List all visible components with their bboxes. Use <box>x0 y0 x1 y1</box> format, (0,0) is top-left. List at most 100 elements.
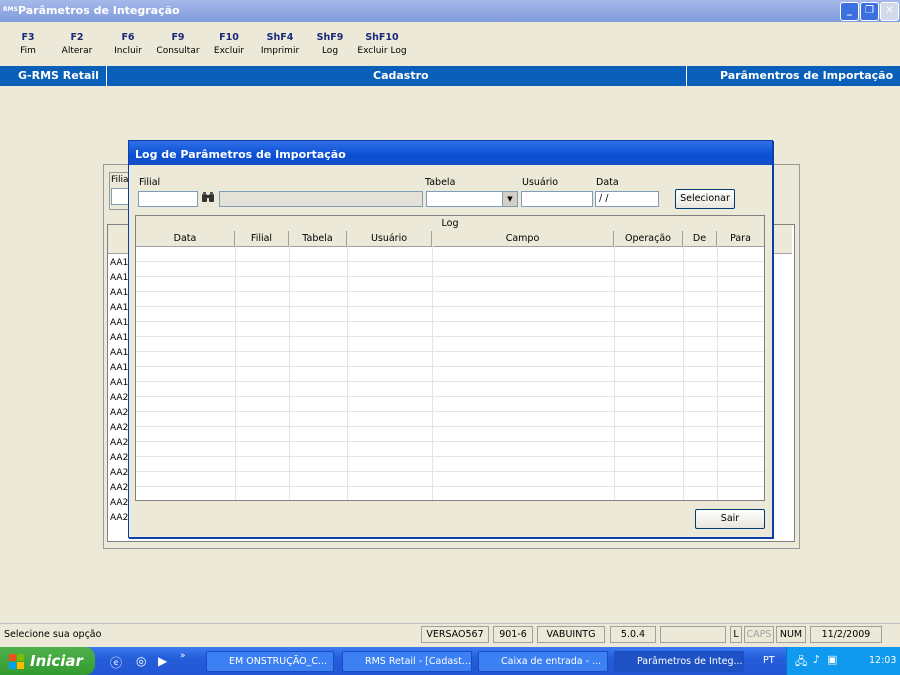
background-row-code: AA2 <box>110 483 129 493</box>
grid-column-line <box>289 246 290 500</box>
data-label: Data <box>596 177 619 188</box>
status-bar: Selecione sua opção VERSAO567 901-6 VABU… <box>0 623 900 646</box>
grid-column-line <box>614 246 615 500</box>
start-button[interactable]: Iniciar <box>0 647 95 675</box>
background-row-code: AA2 <box>110 513 129 523</box>
grid-row-line <box>136 351 764 352</box>
grid-row-line <box>136 396 764 397</box>
grid-row-line <box>136 291 764 292</box>
window-title: Parâmetros de Integração <box>18 4 180 17</box>
column-header-usuario[interactable]: Usuário <box>347 231 432 246</box>
filial-input[interactable] <box>138 191 198 207</box>
taskbar-button-inbox[interactable]: Caixa de entrada - ... <box>478 651 608 672</box>
fkey-excluir-log[interactable]: ShF10 Excluir Log <box>355 32 409 56</box>
grid-row-line <box>136 456 764 457</box>
grid-column-line <box>235 246 236 500</box>
background-row-code: AA1 <box>110 378 129 388</box>
background-row-code: AA2 <box>110 408 129 418</box>
tray-app-icon[interactable]: ▣ <box>827 653 837 666</box>
log-dialog: Log de Parâmetros de Importação Filial T… <box>128 140 773 538</box>
data-input[interactable]: / / <box>595 191 659 207</box>
fkey-excluir[interactable]: F10 Excluir <box>211 32 247 56</box>
grid-row-line <box>136 426 764 427</box>
sair-button[interactable]: Sair <box>695 509 765 529</box>
fkey-incluir[interactable]: F6 Incluir <box>112 32 144 56</box>
grid-row-line <box>136 261 764 262</box>
start-label: Iniciar <box>30 652 83 670</box>
log-grid[interactable]: Log Data Filial Tabela Usuário Campo Ope… <box>135 215 765 501</box>
background-row-code: AA1 <box>110 333 129 343</box>
grid-column-line <box>347 246 348 500</box>
background-row-code: AA2 <box>110 393 129 403</box>
tabela-label: Tabela <box>425 177 456 188</box>
grid-row-line <box>136 486 764 487</box>
close-button[interactable]: ✕ <box>880 2 899 21</box>
app-icon: RMS <box>3 6 18 13</box>
grid-row-line <box>136 366 764 367</box>
windows-flag-icon <box>9 654 24 669</box>
header-right: Parâmentros de Importação <box>720 69 894 82</box>
status-code: 901-6 <box>493 626 533 643</box>
quicklaunch-more-icon[interactable]: » <box>180 651 186 661</box>
status-num: NUM <box>776 626 806 643</box>
tabela-select[interactable]: ▼ <box>426 191 518 207</box>
quicklaunch-ie-icon[interactable]: ⓔ <box>110 654 122 671</box>
status-message: Selecione sua opção <box>4 629 102 640</box>
taskbar-button-word[interactable]: EM ONSTRUÇÃO_C... <box>206 651 334 672</box>
column-header-tabela[interactable]: Tabela <box>289 231 347 246</box>
grid-row-line <box>136 306 764 307</box>
column-header-para[interactable]: Para <box>717 231 764 246</box>
quicklaunch-media-icon[interactable]: ▶ <box>158 654 167 668</box>
maximize-button[interactable]: ❐ <box>860 2 879 21</box>
clock[interactable]: 12:03 <box>869 655 896 666</box>
grid-row-line <box>136 411 764 412</box>
volume-icon[interactable]: ♪ <box>813 653 820 666</box>
selecionar-button[interactable]: Selecionar <box>675 189 735 209</box>
background-row-code: AA2 <box>110 438 129 448</box>
fkey-fim[interactable]: F3 Fim <box>14 32 42 56</box>
status-empty-panel <box>660 626 726 643</box>
grid-row-line <box>136 321 764 322</box>
background-row-code: AA1 <box>110 288 129 298</box>
binoculars-icon[interactable] <box>200 191 216 207</box>
fkey-consultar[interactable]: F9 Consultar <box>155 32 201 56</box>
background-row-code: AA1 <box>110 273 129 283</box>
grid-column-line <box>717 246 718 500</box>
column-header-data[interactable]: Data <box>136 231 235 246</box>
function-key-toolbar: F3 Fim F2 Alterar F6 Incluir F9 Consultar F1… <box>0 22 900 66</box>
grid-row-line <box>136 441 764 442</box>
grid-row-line <box>136 276 764 277</box>
minimize-button[interactable]: _ <box>840 2 859 21</box>
grid-row-line <box>136 471 764 472</box>
column-header-filial[interactable]: Filial <box>235 231 289 246</box>
grid-row-line <box>136 381 764 382</box>
background-row-code: AA1 <box>110 348 129 358</box>
filial-description-field <box>219 191 423 207</box>
column-header-de[interactable]: De <box>683 231 717 246</box>
usuario-input[interactable] <box>521 191 593 207</box>
column-header-campo[interactable]: Campo <box>432 231 614 246</box>
grid-column-line <box>432 246 433 500</box>
background-row-code: AA2 <box>110 498 129 508</box>
grid-caption: Log <box>136 216 764 232</box>
status-module: VABUINTG <box>537 626 605 643</box>
window-title-bar[interactable]: RMS Parâmetros de Integração _ ❐ ✕ <box>0 0 900 22</box>
language-indicator[interactable]: PT <box>763 655 775 666</box>
chevron-down-icon[interactable]: ▼ <box>502 192 517 206</box>
status-l: L <box>730 626 742 643</box>
dialog-title: Log de Parâmetros de Importação <box>135 148 346 161</box>
background-row-code: AA1 <box>110 258 129 268</box>
fkey-alterar[interactable]: F2 Alterar <box>60 32 94 56</box>
grid-column-line <box>683 246 684 500</box>
status-version: VERSAO567 <box>421 626 489 643</box>
taskbar-button-parametros[interactable]: Parâmetros de Integ... <box>614 651 744 672</box>
network-icon[interactable]: 🖧 <box>795 653 807 672</box>
background-row-code: AA1 <box>110 303 129 313</box>
background-row-code: AA1 <box>110 363 129 373</box>
dialog-title-bar[interactable]: Log de Parâmetros de Importação <box>129 141 772 165</box>
quicklaunch-browser-icon[interactable]: ◎ <box>136 654 146 668</box>
fkey-log[interactable]: ShF9 Log <box>315 32 345 56</box>
column-header-operacao[interactable]: Operação <box>614 231 683 246</box>
fkey-imprimir[interactable]: ShF4 Imprimir <box>259 32 301 56</box>
taskbar-button-rms-retail[interactable]: RMS Retail - [Cadast... <box>342 651 472 672</box>
